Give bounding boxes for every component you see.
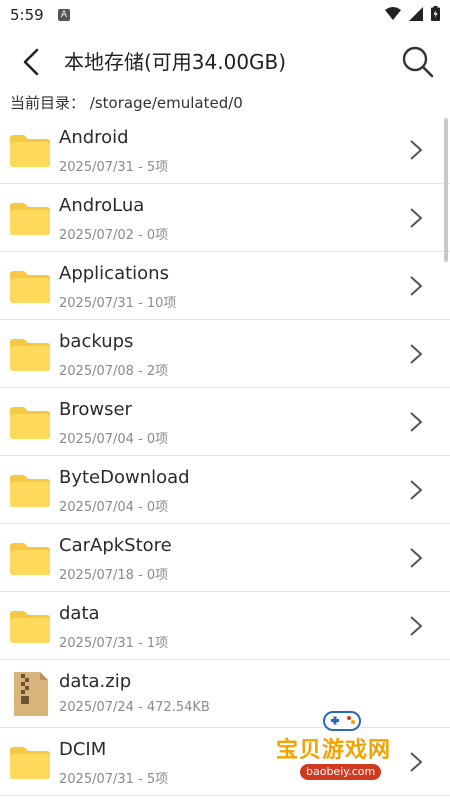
file-meta: 2025/07/31 - 5项 [59, 160, 169, 175]
file-name: ByteDownload [59, 467, 190, 488]
file-name: AndroLua [59, 195, 145, 216]
status-time: 5:59 [10, 6, 44, 24]
page-title: 本地存储(可用34.00GB) [64, 50, 287, 74]
list-item[interactable]: AndroLua 2025/07/02 - 0项 [0, 184, 450, 252]
folder-icon [10, 271, 50, 303]
file-meta: 2025/07/04 - 0项 [59, 432, 169, 447]
chevron-right-icon [410, 140, 423, 160]
folder-icon [10, 339, 50, 371]
file-name: CarApkStore [59, 535, 172, 556]
back-arrow-icon[interactable] [14, 44, 50, 80]
file-name: backups [59, 331, 134, 352]
folder-icon [10, 475, 50, 507]
zip-archive-icon [14, 672, 48, 716]
folder-icon [10, 611, 50, 643]
chevron-right-icon [410, 480, 423, 500]
folder-icon [10, 543, 50, 575]
file-name: Browser [59, 399, 132, 420]
list-item[interactable]: Browser 2025/07/04 - 0项 [0, 388, 450, 456]
file-name: Android [59, 127, 129, 148]
chevron-right-icon [410, 616, 423, 636]
path-label: 当前目录： [10, 94, 86, 112]
file-name: DCIM [59, 739, 107, 760]
folder-icon [10, 135, 50, 167]
chevron-right-icon [410, 344, 423, 364]
list-item[interactable]: backups 2025/07/08 - 2项 [0, 320, 450, 388]
list-item[interactable]: Applications 2025/07/31 - 10项 [0, 252, 450, 320]
status-icons [385, 6, 440, 21]
app-bar: 本地存储(可用34.00GB) [0, 32, 450, 88]
file-name: Applications [59, 263, 169, 284]
file-meta: 2025/07/02 - 0项 [59, 228, 169, 243]
wifi-icon [385, 6, 401, 20]
current-path: 当前目录： /storage/emulated/0 [10, 92, 243, 113]
chevron-right-icon [410, 208, 423, 228]
chevron-right-icon [410, 276, 423, 296]
file-meta: 2025/07/04 - 0项 [59, 500, 169, 515]
list-item[interactable]: data 2025/07/31 - 1项 [0, 592, 450, 660]
file-list: Android 2025/07/31 - 5项 AndroLua 2025/07… [0, 116, 450, 800]
file-meta: 2025/07/18 - 0项 [59, 568, 169, 583]
chevron-right-icon [410, 412, 423, 432]
scrollbar[interactable] [444, 118, 448, 262]
list-item[interactable]: CarApkStore 2025/07/18 - 0项 [0, 524, 450, 592]
status-bar: 5:59 A [0, 0, 450, 32]
file-meta: 2025/07/24 - 472.54KB [59, 700, 210, 715]
file-name: data.zip [59, 671, 132, 692]
search-icon[interactable] [396, 40, 440, 84]
chevron-right-icon [410, 752, 423, 772]
folder-icon [10, 203, 50, 235]
file-meta: 2025/07/08 - 2项 [59, 364, 169, 379]
list-item[interactable]: data.zip 2025/07/24 - 472.54KB [0, 660, 450, 728]
path-value: /storage/emulated/0 [89, 94, 243, 112]
file-meta: 2025/07/31 - 1项 [59, 636, 169, 651]
file-meta: 2025/07/31 - 10项 [59, 296, 177, 311]
folder-icon [10, 407, 50, 439]
file-meta: 2025/07/31 - 5项 [59, 772, 169, 787]
folder-icon [10, 747, 50, 779]
list-item[interactable]: ByteDownload 2025/07/04 - 0项 [0, 456, 450, 524]
notification-icon: A [58, 9, 70, 21]
list-item[interactable]: DCIM 2025/07/31 - 5项 [0, 728, 450, 796]
battery-icon [431, 6, 440, 21]
file-name: data [59, 603, 100, 624]
signal-icon [409, 6, 423, 21]
chevron-right-icon [410, 548, 423, 568]
list-item[interactable]: Android 2025/07/31 - 5项 [0, 116, 450, 184]
